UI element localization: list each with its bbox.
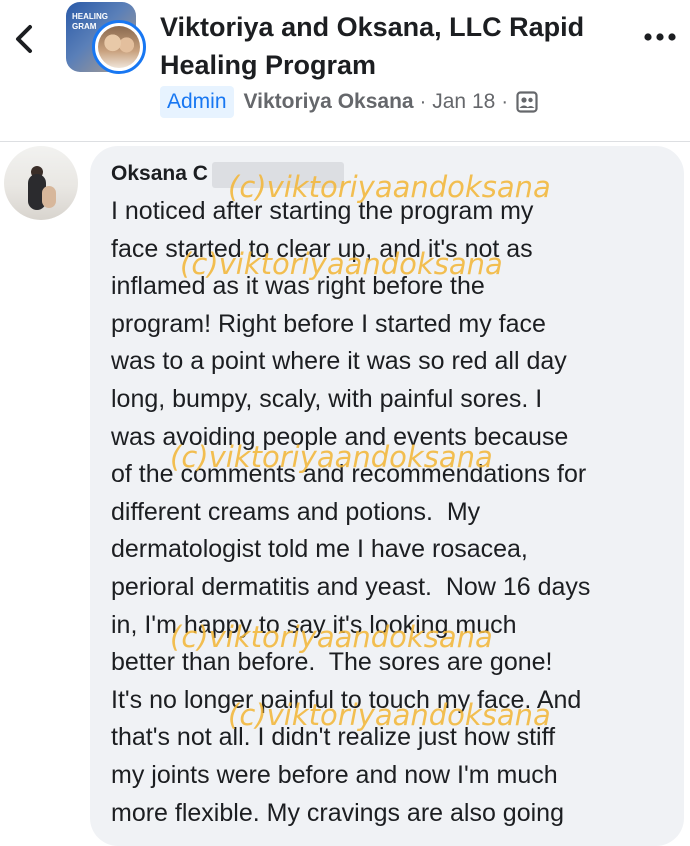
group-members-icon [516,91,538,113]
admin-badge: Admin [160,86,234,118]
meta-separator: · [419,90,427,113]
author-avatar-photo [98,26,140,68]
commenter-name[interactable]: Oksana C [111,162,208,186]
post-author[interactable]: Viktoriya Oksana [244,90,414,114]
meta-separator: · [501,90,508,113]
header-divider [0,141,690,142]
comment-text: I noticed after starting the program my … [111,197,591,827]
more-dots-icon [644,33,676,41]
avatar-figure [42,186,56,208]
author-avatar[interactable] [92,20,146,74]
chevron-left-icon [16,25,32,53]
post-meta: Admin Viktoriya Oksana · Jan 18 · [160,85,538,119]
post-date[interactable]: Jan 18 [432,90,495,114]
back-button[interactable] [10,22,40,56]
commenter-avatar[interactable] [4,146,78,220]
group-title[interactable]: Viktoriya and Oksana, LLC Rapid Healing … [160,8,620,84]
redacted-name-overlay [212,162,344,188]
more-options-button[interactable] [641,27,679,47]
